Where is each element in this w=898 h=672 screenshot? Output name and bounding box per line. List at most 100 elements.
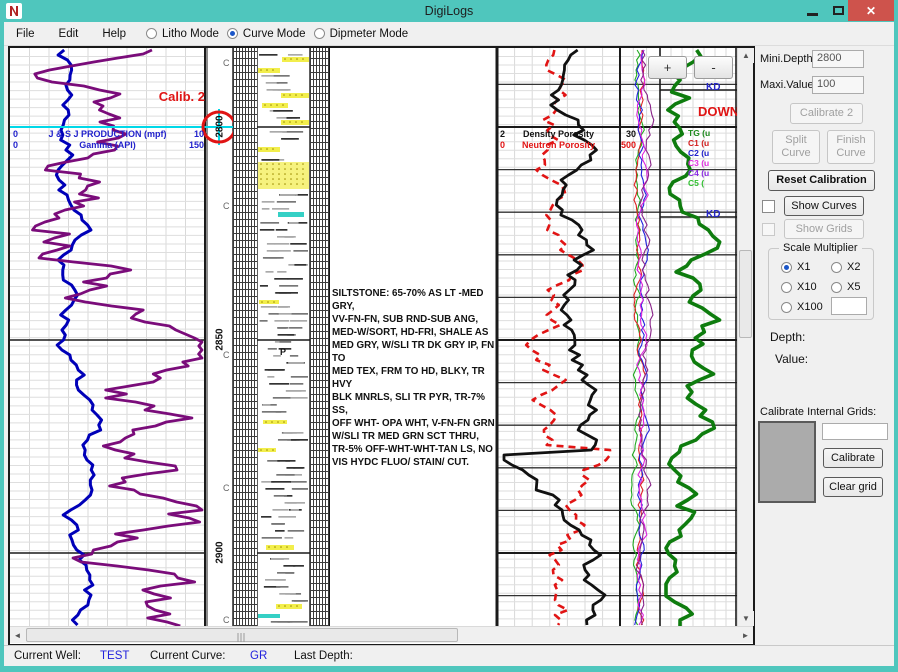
litho-hatch-right: [310, 48, 329, 626]
scale-x10-radio[interactable]: X10: [781, 281, 817, 293]
calibrate-button[interactable]: Calibrate: [823, 448, 883, 468]
scale-x1-label: X1: [797, 261, 810, 273]
current-well-value: TEST: [100, 650, 129, 662]
depth-readout-label: Depth:: [770, 330, 805, 344]
zoom-in-button[interactable]: +: [648, 56, 687, 79]
mode-litho[interactable]: Litho Mode: [146, 28, 219, 40]
scroll-right-icon[interactable]: ►: [738, 628, 753, 643]
radio-icon: [781, 302, 792, 313]
gamma-track-title: J & S J PRODUCTION (mpf): [10, 129, 205, 139]
scale-x2-label: X2: [847, 261, 860, 273]
gas-curve-legend: TG (uC1 (uC2 (uC3 (uC4 (uC5 (: [688, 128, 737, 188]
scale-custom-input[interactable]: [831, 297, 867, 315]
mini-depth-field[interactable]: 2800: [812, 50, 864, 68]
scale-x2-radio[interactable]: X2: [831, 261, 860, 273]
mini-depth-label: Mini.Depth: [760, 53, 813, 65]
litho-hatch-left: [233, 48, 257, 626]
radio-icon: [146, 28, 157, 39]
last-depth-label: Last Depth:: [294, 650, 353, 662]
scale-x10-label: X10: [797, 281, 817, 293]
scale-multiplier-group: Scale Multiplier X1 X2 X10 X5 X100: [768, 248, 874, 320]
show-grids-button[interactable]: Show Grids: [784, 219, 864, 239]
maximize-icon: [833, 6, 844, 15]
split-curve-button[interactable]: Split Curve: [772, 130, 820, 164]
scale-x100-radio[interactable]: X100: [781, 301, 823, 313]
menu-file[interactable]: File: [4, 28, 47, 40]
kd-marker-label-2: KD: [706, 209, 720, 220]
title-bar[interactable]: DigiLogs ✕: [0, 0, 898, 22]
scale-x1-radio[interactable]: X1: [781, 261, 810, 273]
current-well-label: Current Well:: [14, 650, 81, 662]
vertical-scrollbar[interactable]: ▲ ▼: [737, 48, 753, 626]
c-mark: C: [223, 350, 230, 360]
calibrate2-button[interactable]: Calibrate 2: [790, 103, 863, 124]
neutron-curve-label: Neutron Porosity: [497, 140, 620, 150]
menu-help[interactable]: Help: [90, 28, 138, 40]
c-mark: C: [223, 58, 230, 68]
radio-checked-icon: [781, 262, 792, 273]
gamma-scale-max: 10: [178, 129, 204, 139]
kd-marker-label: KD: [706, 82, 720, 93]
vertical-scroll-thumb[interactable]: [739, 250, 752, 338]
horizontal-scroll-thumb[interactable]: [26, 628, 458, 642]
radio-checked-icon: [227, 28, 238, 39]
gas-curve-label: C1 (u: [688, 138, 737, 148]
maxi-value-field[interactable]: 100: [812, 76, 864, 94]
mode-dipmeter-label: Dipmeter Mode: [330, 28, 409, 40]
minimize-icon: [807, 13, 818, 16]
c-mark: C: [223, 201, 230, 211]
c-mark: C: [223, 615, 230, 625]
grid-preview-box[interactable]: [758, 421, 816, 503]
density-scale-max: 30: [608, 129, 636, 139]
density-curve-label: Density Porosity: [497, 129, 620, 139]
gamma2-scale-max: 150: [176, 140, 204, 150]
menu-bar: File Edit Help Litho Mode Curve Mode Dip…: [4, 22, 894, 46]
radio-icon: [781, 282, 792, 293]
show-curves-button[interactable]: Show Curves: [784, 196, 864, 216]
zoom-out-button[interactable]: -: [694, 56, 733, 79]
mode-curve[interactable]: Curve Mode: [227, 28, 306, 40]
value-readout-label: Value:: [775, 352, 808, 366]
scale-x5-label: X5: [847, 281, 860, 293]
gas-curve-label: C4 (u: [688, 168, 737, 178]
maxi-value-label: Maxi.Value: [760, 79, 814, 91]
current-curve-value: GR: [250, 650, 267, 662]
radio-icon: [831, 282, 842, 293]
lithology-description: SILTSTONE: 65-70% AS LT -MED GRY, VV-FN-…: [332, 287, 497, 469]
calibration-annotation: Calib. 2: [120, 89, 205, 104]
minimize-button[interactable]: [800, 0, 824, 21]
c-mark: C: [223, 483, 230, 493]
maximize-button[interactable]: [826, 0, 850, 21]
scroll-left-icon[interactable]: ◄: [10, 628, 25, 643]
litho-p-symbol: P: [280, 347, 286, 357]
horizontal-scrollbar[interactable]: ◄ ►: [10, 626, 753, 643]
mode-litho-label: Litho Mode: [162, 28, 219, 40]
menu-edit[interactable]: Edit: [47, 28, 91, 40]
scale-x5-radio[interactable]: X5: [831, 281, 860, 293]
close-button[interactable]: ✕: [848, 0, 894, 21]
grid-value-input[interactable]: [822, 423, 888, 440]
gas-curve-label: C5 (: [688, 178, 737, 188]
down-annotation: DOWN: [698, 104, 738, 119]
neutron-scale-max: 500: [606, 140, 636, 150]
depth-label: 2800: [215, 107, 226, 147]
scroll-down-icon[interactable]: ▼: [738, 611, 754, 626]
window-title: DigiLogs: [0, 4, 898, 18]
current-curve-label: Current Curve:: [150, 650, 225, 662]
finish-curve-button[interactable]: Finish Curve: [827, 130, 875, 164]
mode-curve-label: Curve Mode: [243, 28, 306, 40]
scroll-up-icon[interactable]: ▲: [738, 48, 754, 63]
status-bar: Current Well: TEST Current Curve: GR Las…: [4, 645, 894, 666]
radio-icon: [831, 262, 842, 273]
reset-calibration-button[interactable]: Reset Calibration: [768, 170, 875, 191]
mode-dipmeter[interactable]: Dipmeter Mode: [314, 28, 409, 40]
clear-grid-button[interactable]: Clear grid: [823, 477, 883, 497]
gas-curve-label: TG (u: [688, 128, 737, 138]
gas-curve-label: C3 (u: [688, 158, 737, 168]
show-curves-checkbox[interactable]: [762, 200, 775, 213]
app-window: { "window": { "title": "DigiLogs", "clos…: [0, 0, 898, 672]
scroll-grip: [238, 633, 247, 642]
show-grids-checkbox[interactable]: [762, 223, 775, 236]
scale-multiplier-title: Scale Multiplier: [779, 242, 862, 254]
gas-curve-label: C2 (u: [688, 148, 737, 158]
